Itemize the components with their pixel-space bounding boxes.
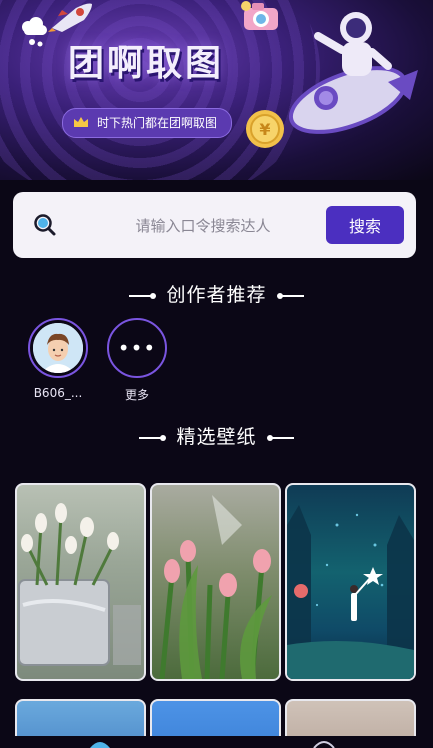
creator-item[interactable]: B606_...: [27, 318, 89, 400]
wallpaper-tulips-closeup-image: [159, 495, 272, 679]
header-deco-left: [139, 434, 167, 441]
creators-section-header: 创作者推荐: [0, 280, 433, 307]
wallpaper-tulips-vase-image: [18, 503, 141, 666]
wallpaper-tile[interactable]: [285, 483, 416, 681]
profile-tab-icon[interactable]: [312, 738, 336, 748]
search-input[interactable]: [81, 210, 325, 242]
bottom-nav-bar: [0, 736, 433, 748]
search-icon: [34, 214, 56, 236]
more-label: 更多: [124, 388, 149, 402]
banner-subtitle-badge: 时下热门都在团啊取图: [62, 108, 233, 138]
more-creators-button[interactable]: ••• 更多: [106, 318, 168, 403]
search-button[interactable]: 搜索: [326, 206, 404, 244]
rocket-icon: [48, 3, 92, 32]
avatar-portrait-icon: [33, 323, 83, 373]
home-tab-icon[interactable]: [88, 738, 112, 748]
creator-name: B606_...: [33, 386, 83, 400]
crown-icon: [74, 117, 88, 127]
banner-title: 团啊取图: [68, 43, 225, 84]
promo-banner[interactable]: 团啊取图 时下热门都在团啊取图 ¥: [0, 0, 433, 180]
banner-subtitle: 时下热门都在团啊取图: [97, 116, 218, 130]
wallpapers-section-title: 精选壁纸: [176, 426, 257, 448]
svg-text:¥: ¥: [259, 120, 270, 139]
more-dots-glyph: •••: [117, 336, 157, 360]
header-deco-right: [266, 434, 294, 441]
astronaut-rocket-illustration: [288, 12, 418, 134]
wallpaper-tile[interactable]: [15, 483, 146, 681]
wallpapers-section-header: 精选壁纸: [0, 422, 433, 449]
coin-icon: ¥: [246, 110, 284, 148]
app-screen: 团啊取图 时下热门都在团啊取图 ¥ 请输入口令搜索达人 搜索 创作者推荐 B60…: [0, 0, 433, 748]
header-deco-left: [129, 292, 157, 299]
header-deco-right: [276, 292, 304, 299]
wallpaper-starry-forest-image: [287, 505, 414, 679]
wallpaper-tile[interactable]: [150, 483, 281, 681]
avatar[interactable]: [28, 318, 88, 378]
creators-section-title: 创作者推荐: [166, 284, 267, 306]
more-dots-icon[interactable]: •••: [107, 318, 167, 378]
